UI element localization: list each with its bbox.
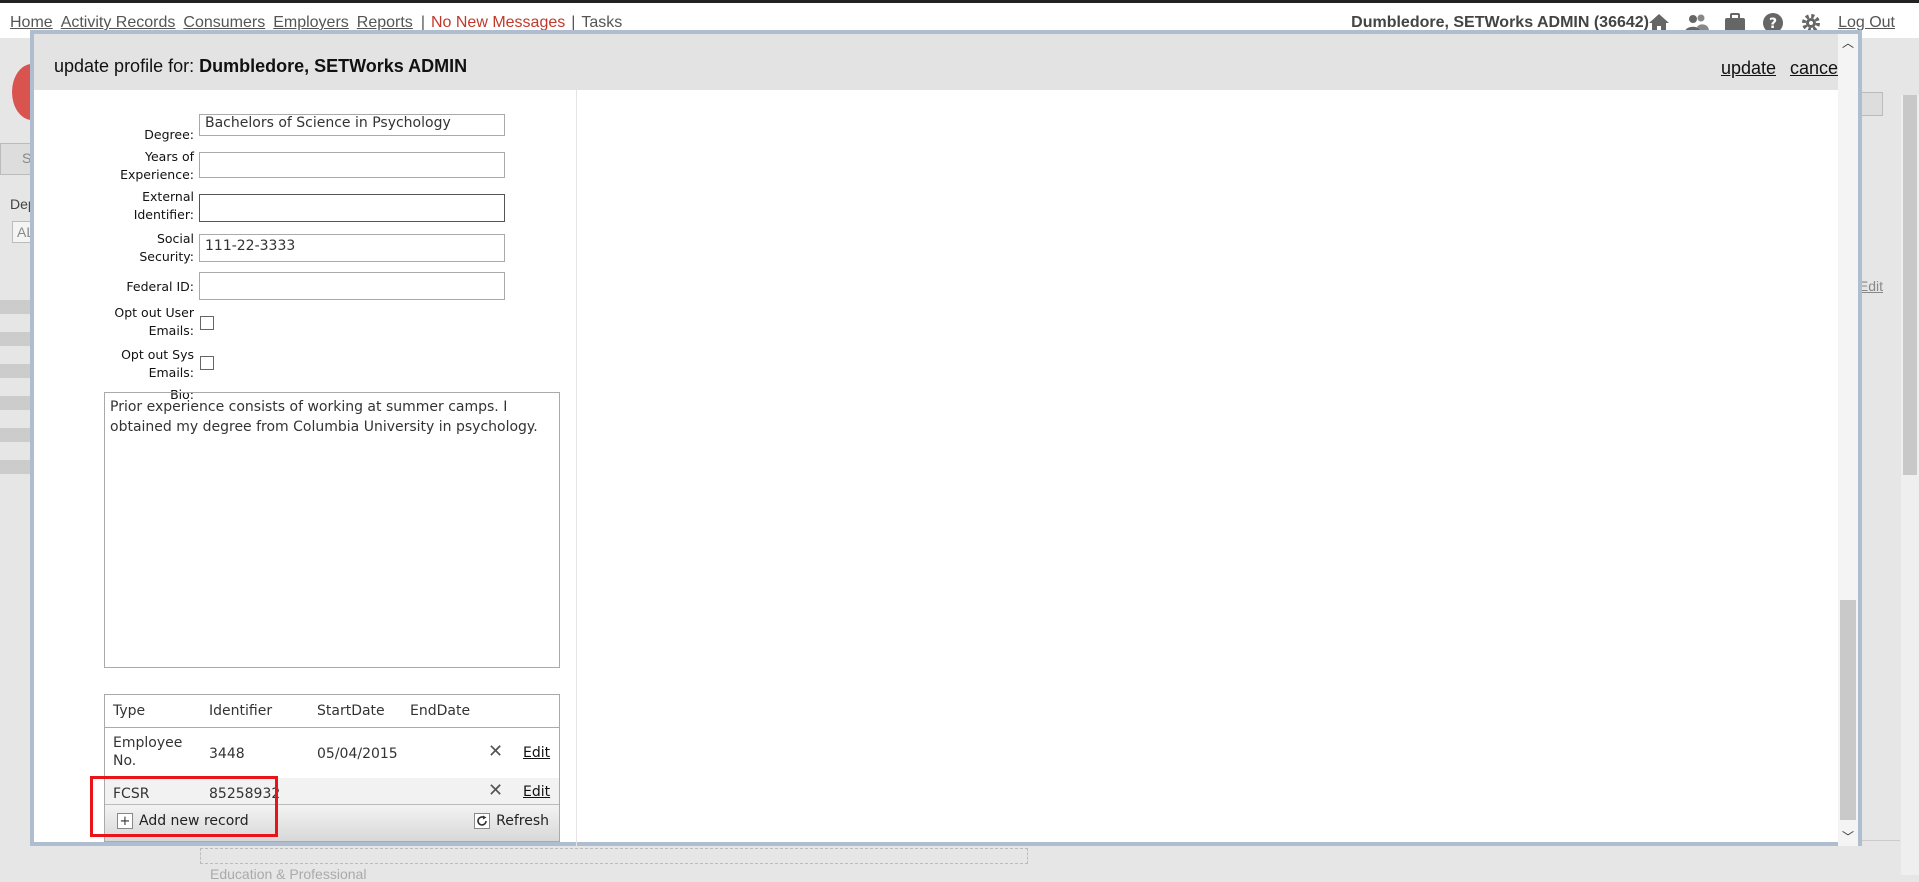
degree-label: Degree: bbox=[144, 127, 194, 142]
opt-user-label-line-2: Emails: bbox=[148, 323, 194, 338]
grid-header-identifier[interactable]: Identifier bbox=[209, 703, 272, 719]
external-label-line-1: External bbox=[142, 189, 194, 204]
page-scrollbar[interactable] bbox=[1901, 95, 1919, 875]
scroll-up-arrow-icon[interactable]: ︿ bbox=[1838, 34, 1858, 52]
opt-out-sys-label: Opt out Sys Emails: bbox=[84, 346, 194, 382]
nav-messages[interactable]: No New Messages bbox=[431, 14, 565, 31]
dialog-scrollbar-thumb[interactable] bbox=[1840, 600, 1856, 820]
bio-textarea[interactable]: Prior experience consists of working at … bbox=[104, 392, 560, 668]
row-type-line-2: No. bbox=[113, 753, 137, 769]
background-edit-link: Edit bbox=[1858, 278, 1883, 294]
grid-header: Type Identifier StartDate EndDate bbox=[105, 695, 559, 728]
dialog-header: update profile for: Dumbledore, SETWorks… bbox=[34, 34, 1858, 90]
refresh-button[interactable]: Refresh bbox=[474, 813, 549, 829]
dialog-scrollbar[interactable]: ︿ ﹀ bbox=[1838, 34, 1858, 846]
nav-activity-records[interactable]: Activity Records bbox=[61, 14, 176, 31]
profile-form: Degree: Bachelors of Science in Psycholo… bbox=[84, 90, 577, 846]
update-link[interactable]: update bbox=[1721, 58, 1776, 79]
grid-header-type[interactable]: Type bbox=[113, 703, 145, 719]
external-identifier-input[interactable] bbox=[199, 194, 505, 222]
nav-separator-2: | bbox=[571, 14, 576, 31]
ssn-label-line-1: Social bbox=[156, 231, 194, 246]
external-identifier-label: External Identifier: bbox=[84, 188, 194, 224]
ssn-label-line-2: Security: bbox=[139, 249, 194, 264]
row-type: Employee No. bbox=[113, 734, 182, 770]
nav-tasks[interactable]: Tasks bbox=[581, 14, 622, 31]
opt-sys-label-line-1: Opt out Sys bbox=[121, 347, 194, 362]
opt-out-user-emails-checkbox[interactable] bbox=[200, 316, 214, 330]
opt-out-sys-emails-checkbox[interactable] bbox=[200, 356, 214, 370]
opt-out-user-label: Opt out User Emails: bbox=[84, 304, 194, 340]
nav-employers[interactable]: Employers bbox=[273, 14, 349, 31]
table-row: Employee No. 3448 05/04/2015 ✕ Edit bbox=[105, 728, 559, 778]
refresh-icon bbox=[474, 813, 491, 829]
update-profile-dialog: update profile for: Dumbledore, SETWorks… bbox=[30, 30, 1862, 846]
row-edit-link[interactable]: Edit bbox=[523, 745, 550, 761]
nav-separator: | bbox=[420, 14, 425, 31]
delete-icon[interactable]: ✕ bbox=[488, 780, 503, 801]
years-experience-input[interactable] bbox=[199, 152, 505, 178]
years-label-line-2: Experience: bbox=[120, 167, 194, 182]
external-label-line-2: Identifier: bbox=[133, 207, 194, 222]
row-identifier: 3448 bbox=[209, 746, 245, 762]
years-label-line-1: Years of bbox=[145, 149, 194, 164]
scroll-down-arrow-icon[interactable]: ﹀ bbox=[1838, 828, 1858, 846]
highlight-box bbox=[90, 776, 278, 837]
opt-user-label-line-1: Opt out User bbox=[114, 305, 194, 320]
grid-header-startdate[interactable]: StartDate bbox=[317, 703, 385, 719]
social-security-input[interactable]: 111-22-3333 bbox=[199, 234, 505, 262]
dialog-title-name: Dumbledore, SETWorks ADMIN bbox=[199, 56, 468, 76]
federal-id-label: Federal ID: bbox=[126, 279, 194, 294]
social-security-label: Social Security: bbox=[84, 230, 194, 266]
background-section-title: Education & Professional bbox=[210, 866, 367, 882]
opt-sys-label-line-2: Emails: bbox=[148, 365, 194, 380]
row-startdate: 05/04/2015 bbox=[317, 746, 398, 762]
years-experience-label: Years of Experience: bbox=[84, 148, 194, 184]
row-type-line-1: Employee bbox=[113, 735, 183, 751]
grid-header-enddate[interactable]: EndDate bbox=[410, 703, 470, 719]
dialog-title: update profile for: Dumbledore, SETWorks… bbox=[54, 56, 467, 77]
nav-home[interactable]: Home bbox=[10, 14, 53, 31]
delete-icon[interactable]: ✕ bbox=[488, 741, 503, 762]
nav-reports[interactable]: Reports bbox=[357, 14, 413, 31]
dialog-title-prefix: update profile for: bbox=[54, 56, 195, 76]
user-id: (36642) bbox=[1593, 14, 1649, 31]
user-name: Dumbledore, SETWorks ADMIN bbox=[1351, 14, 1590, 31]
cancel-link[interactable]: cancel bbox=[1790, 58, 1842, 79]
nav-consumers[interactable]: Consumers bbox=[183, 14, 265, 31]
page-scrollbar-thumb[interactable] bbox=[1903, 95, 1917, 475]
degree-input[interactable]: Bachelors of Science in Psychology bbox=[199, 114, 505, 136]
background-bottom-box bbox=[200, 848, 1028, 864]
refresh-label: Refresh bbox=[496, 813, 549, 829]
dialog-body: Degree: Bachelors of Science in Psycholo… bbox=[34, 90, 1842, 846]
federal-id-input[interactable] bbox=[199, 272, 505, 300]
row-edit-link[interactable]: Edit bbox=[523, 784, 550, 800]
